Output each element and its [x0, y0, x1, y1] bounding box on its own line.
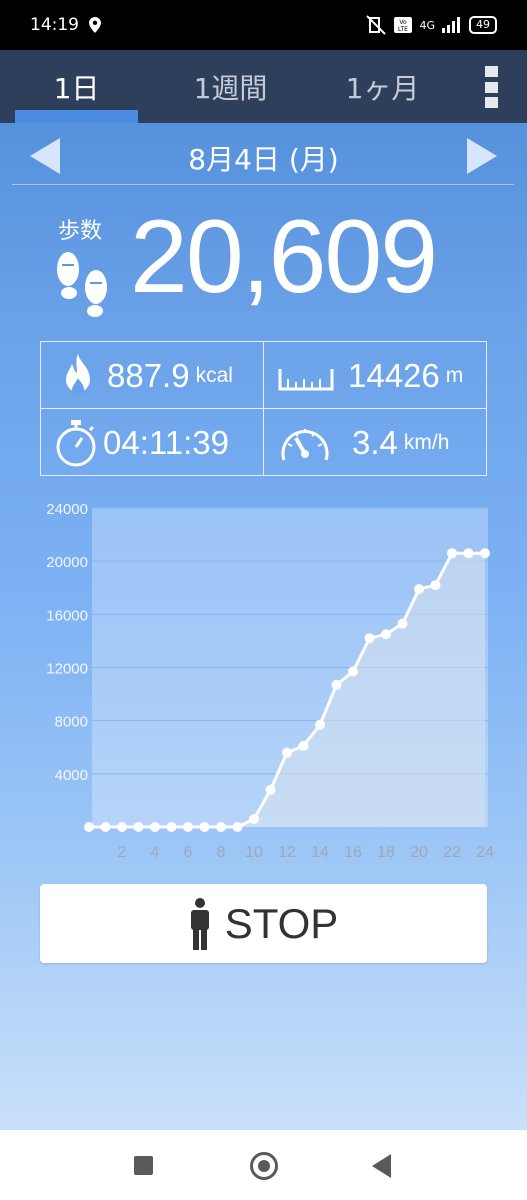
back-icon[interactable]	[372, 1154, 391, 1178]
chart-data-point	[480, 548, 490, 559]
steps-chart: 40008000120001600020000240002 4 6 8 10 12 14 16…	[46, 501, 494, 861]
distance-unit: m	[445, 363, 464, 387]
distance-cell: 14426 m	[264, 342, 487, 409]
chart-data-point	[315, 719, 325, 730]
tab-month[interactable]: 1ヶ月	[320, 50, 445, 123]
chart-data-point	[331, 679, 342, 690]
chart-y-tick-label: 24000	[46, 501, 88, 518]
chart-data-point	[414, 584, 424, 595]
signal-icon	[442, 17, 460, 33]
chart-x-tick-label: 14	[311, 844, 329, 861]
duration-cell: 04:11:39	[41, 409, 264, 476]
chart-data-point	[447, 548, 457, 559]
chart-data-point	[117, 822, 127, 832]
status-time: 14:19	[30, 15, 79, 35]
chart-data-point	[364, 633, 375, 644]
speed-value: 3.4	[352, 423, 398, 461]
chart-x-tick-label: 24	[476, 844, 494, 861]
system-navigation-bar	[0, 1130, 527, 1200]
overflow-menu-icon[interactable]	[485, 66, 501, 108]
chart-data-point	[249, 814, 259, 825]
active-tab-indicator	[15, 110, 138, 123]
stop-button-label: STOP	[224, 899, 339, 947]
distance-value: 14426	[348, 356, 440, 394]
recent-apps-icon[interactable]	[134, 1156, 153, 1175]
chart-x-tick-label: 20	[410, 844, 428, 861]
chart-data-point	[348, 666, 358, 677]
status-bar: 14:19 Vo LTE 4G 49	[0, 0, 527, 50]
chart-y-tick-label: 16000	[46, 607, 88, 624]
chart-data-point	[150, 822, 160, 832]
next-day-arrow-icon[interactable]	[467, 138, 497, 174]
battery-indicator: 49	[469, 16, 497, 34]
chart-data-point	[381, 629, 391, 640]
calories-unit: kcal	[195, 363, 233, 387]
footprints-icon	[57, 252, 107, 317]
location-icon	[89, 17, 101, 33]
divider	[12, 184, 514, 185]
chart-x-tick-label: 10	[245, 844, 263, 861]
chart-data-point	[166, 822, 177, 832]
status-icons: Vo LTE 4G 49	[365, 15, 497, 35]
chart-y-tick-label: 20000	[46, 554, 88, 571]
chart-data-point	[397, 618, 408, 629]
network-type: 4G	[419, 18, 435, 32]
chart-x-tick-label: 16	[344, 844, 362, 861]
svg-text:LTE: LTE	[398, 26, 408, 33]
chart-y-tick-label: 12000	[46, 661, 88, 678]
volte-icon: VoLTE	[394, 17, 413, 33]
chart-data-point	[282, 747, 292, 758]
chart-data-point	[216, 822, 226, 832]
date-navigator: 8月4日 (月)	[0, 128, 527, 184]
flame-icon	[66, 353, 90, 396]
chart-x-tick-label: 12	[278, 844, 296, 861]
calories-value: 887.9	[107, 356, 190, 394]
chart-data-point	[463, 548, 474, 559]
speedometer-icon	[281, 428, 329, 460]
steps-label: 歩数	[58, 219, 103, 244]
chart-x-tick-label: 4	[151, 844, 160, 861]
tab-week[interactable]: 1週間	[168, 50, 293, 123]
chart-x-tick-label: 8	[217, 844, 226, 861]
chart-data-point	[298, 740, 309, 751]
stopwatch-icon	[56, 419, 96, 466]
chart-data-point	[84, 822, 94, 832]
chart-data-point	[265, 784, 276, 795]
chart-data-point	[430, 580, 441, 591]
chart-x-tick-label: 22	[443, 844, 461, 861]
ruler-icon	[278, 368, 334, 390]
chart-data-point	[232, 822, 243, 832]
chart-data-point	[199, 822, 210, 832]
chart-data-point	[183, 822, 193, 832]
stats-grid: 887.9 kcal 14426 m 04:11:39 3.4 km/h	[40, 341, 487, 476]
speed-unit: km/h	[403, 430, 450, 454]
chart-x-tick-label: 2	[118, 844, 127, 861]
walking-person-icon	[190, 897, 209, 950]
chart-y-tick-label: 4000	[55, 767, 88, 784]
chart-x-tick-label: 6	[184, 844, 193, 861]
chart-x-tick-label: 18	[377, 844, 395, 861]
svg-text:Vo: Vo	[400, 19, 408, 26]
steps-count: 20,609	[130, 199, 438, 315]
mute-vibrate-icon	[366, 15, 387, 35]
chart-y-tick-label: 8000	[55, 714, 88, 731]
home-icon[interactable]	[250, 1152, 278, 1180]
chart-data-point	[133, 822, 144, 832]
chart-data-point	[100, 822, 111, 832]
duration-value: 04:11:39	[103, 423, 230, 461]
date-label: 8月4日 (月)	[188, 143, 339, 176]
speed-cell: 3.4 km/h	[264, 409, 487, 476]
stop-button[interactable]: STOP	[40, 884, 487, 963]
calories-cell: 887.9 kcal	[41, 342, 264, 409]
